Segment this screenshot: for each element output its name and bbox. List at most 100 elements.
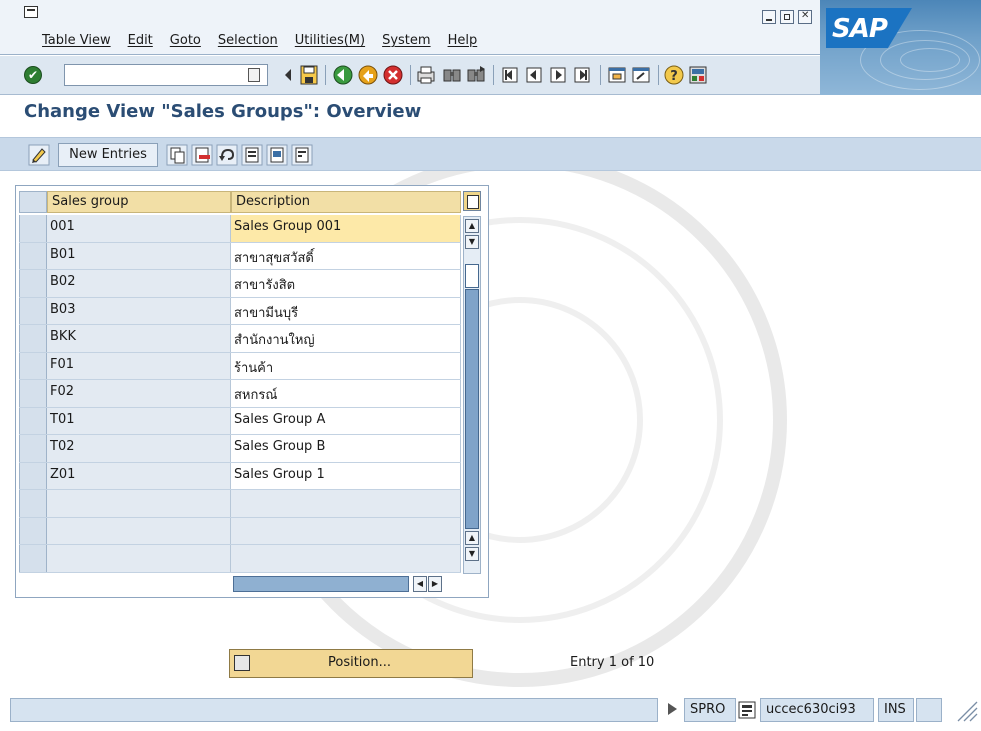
row-selector[interactable]	[19, 545, 47, 572]
row-selector[interactable]	[19, 517, 47, 544]
description-input[interactable]: Sales Group 1	[231, 462, 461, 489]
column-header-sales-group[interactable]: Sales group	[47, 191, 231, 213]
vertical-scrollbar[interactable]: ▲ ▼ ▲ ▼	[463, 216, 481, 574]
command-field[interactable]	[64, 64, 268, 86]
undo-icon[interactable]	[216, 144, 238, 166]
maximize-button[interactable]	[780, 10, 794, 24]
position-button[interactable]: Position...	[229, 649, 473, 678]
menu-system[interactable]: System	[382, 33, 438, 48]
enter-icon[interactable]: ✔	[24, 66, 42, 84]
table-row: F02 สหกรณ์	[19, 380, 461, 408]
sales-group-cell[interactable]: BKK	[47, 325, 231, 352]
menu-help[interactable]: Help	[448, 33, 486, 48]
empty-cell	[231, 490, 461, 517]
row-selector[interactable]	[19, 215, 47, 242]
scroll-down-icon[interactable]: ▼	[465, 547, 479, 561]
row-selector[interactable]	[19, 462, 47, 489]
scroll-left-icon[interactable]: ◀	[413, 576, 427, 592]
description-input[interactable]: Sales Group A	[231, 407, 461, 434]
last-page-icon[interactable]	[572, 65, 592, 85]
customize-layout-icon[interactable]	[688, 65, 708, 85]
new-entries-button[interactable]: New Entries	[58, 143, 158, 167]
deselect-all-icon[interactable]	[291, 144, 313, 166]
command-history-icon[interactable]	[248, 68, 260, 82]
menu-utilities[interactable]: Utilities(M)	[295, 33, 373, 48]
help-icon[interactable]: ?	[664, 65, 684, 85]
find-next-icon[interactable]	[466, 65, 486, 85]
sales-group-cell[interactable]: B03	[47, 297, 231, 324]
description-input[interactable]: ร้านค้า	[231, 352, 461, 379]
row-selector[interactable]	[19, 242, 47, 269]
description-input[interactable]: สหกรณ์	[231, 380, 461, 407]
page-down-icon[interactable]: ▼	[465, 235, 479, 249]
sales-group-cell[interactable]: F01	[47, 352, 231, 379]
transaction-code: SPRO	[684, 698, 736, 722]
sales-group-cell[interactable]: B01	[47, 242, 231, 269]
entry-counter: Entry 1 of 10	[570, 655, 655, 670]
table-row: B01 สาขาสุขสวัสดิ์	[19, 242, 461, 270]
description-input[interactable]: สำนักงานใหญ่	[231, 325, 461, 352]
minimize-button[interactable]	[762, 10, 776, 24]
table-settings-icon[interactable]	[463, 191, 481, 211]
table-row: T01 Sales Group A	[19, 407, 461, 435]
system-info-icon[interactable]	[738, 701, 756, 719]
empty-cell	[231, 545, 461, 572]
previous-page-icon[interactable]	[524, 65, 544, 85]
next-page-icon[interactable]	[548, 65, 568, 85]
scrollbar-thumb[interactable]	[465, 264, 479, 288]
collapse-command-icon[interactable]	[283, 68, 293, 82]
description-input[interactable]: สาขาสุขสวัสดิ์	[231, 242, 461, 269]
sales-group-cell[interactable]: 001	[47, 215, 231, 242]
column-header-description[interactable]: Description	[231, 191, 461, 213]
print-icon[interactable]	[416, 65, 436, 85]
window-menu-icon[interactable]	[24, 6, 38, 18]
shortcut-icon[interactable]	[631, 65, 651, 85]
resize-grip-icon[interactable]	[944, 698, 978, 722]
scroll-right-icon[interactable]: ▶	[428, 576, 442, 592]
create-session-icon[interactable]	[607, 65, 627, 85]
close-button[interactable]: ✕	[798, 10, 812, 24]
select-block-icon[interactable]	[266, 144, 288, 166]
horizontal-scrollbar[interactable]: ◀ ▶	[233, 576, 459, 592]
row-selector[interactable]	[19, 435, 47, 462]
input-mode[interactable]: INS	[878, 698, 914, 722]
sales-group-cell[interactable]: Z01	[47, 462, 231, 489]
page-up-icon[interactable]: ▲	[465, 531, 479, 545]
delete-icon[interactable]	[191, 144, 213, 166]
scroll-up-icon[interactable]: ▲	[465, 219, 479, 233]
horizontal-scroll-track[interactable]	[233, 576, 409, 592]
menu-edit[interactable]: Edit	[128, 33, 161, 48]
sales-group-cell[interactable]: T02	[47, 435, 231, 462]
menu-table-view[interactable]: Table View	[42, 33, 119, 48]
cancel-icon[interactable]	[383, 65, 403, 85]
first-page-icon[interactable]	[500, 65, 520, 85]
description-input[interactable]: Sales Group 001	[231, 215, 461, 242]
description-input[interactable]: สาขามีนบุรี	[231, 297, 461, 324]
row-selector[interactable]	[19, 490, 47, 517]
menu-goto[interactable]: Goto	[170, 33, 209, 48]
menu-selection[interactable]: Selection	[218, 33, 286, 48]
save-icon[interactable]	[300, 65, 318, 85]
back-icon[interactable]	[333, 65, 353, 85]
row-selector[interactable]	[19, 297, 47, 324]
select-all-icon[interactable]	[241, 144, 263, 166]
sales-group-cell[interactable]: T01	[47, 407, 231, 434]
row-selector[interactable]	[19, 407, 47, 434]
status-expand-icon[interactable]	[668, 703, 677, 715]
table-row: F01 ร้านค้า	[19, 352, 461, 380]
row-selector[interactable]	[19, 352, 47, 379]
scrollbar-track[interactable]	[465, 289, 479, 529]
change-display-icon[interactable]	[28, 144, 50, 166]
sales-group-cell[interactable]: F02	[47, 380, 231, 407]
copy-icon[interactable]	[166, 144, 188, 166]
row-selector[interactable]	[19, 270, 47, 297]
row-selector[interactable]	[19, 325, 47, 352]
select-all-rows-cell[interactable]	[19, 191, 47, 213]
find-icon[interactable]	[442, 65, 462, 85]
sales-group-cell[interactable]: B02	[47, 270, 231, 297]
row-selector[interactable]	[19, 380, 47, 407]
status-bar: SPRO uccec630ci93 INS	[0, 696, 981, 731]
exit-icon[interactable]	[358, 65, 378, 85]
description-input[interactable]: Sales Group B	[231, 435, 461, 462]
description-input[interactable]: สาขารังสิต	[231, 270, 461, 297]
